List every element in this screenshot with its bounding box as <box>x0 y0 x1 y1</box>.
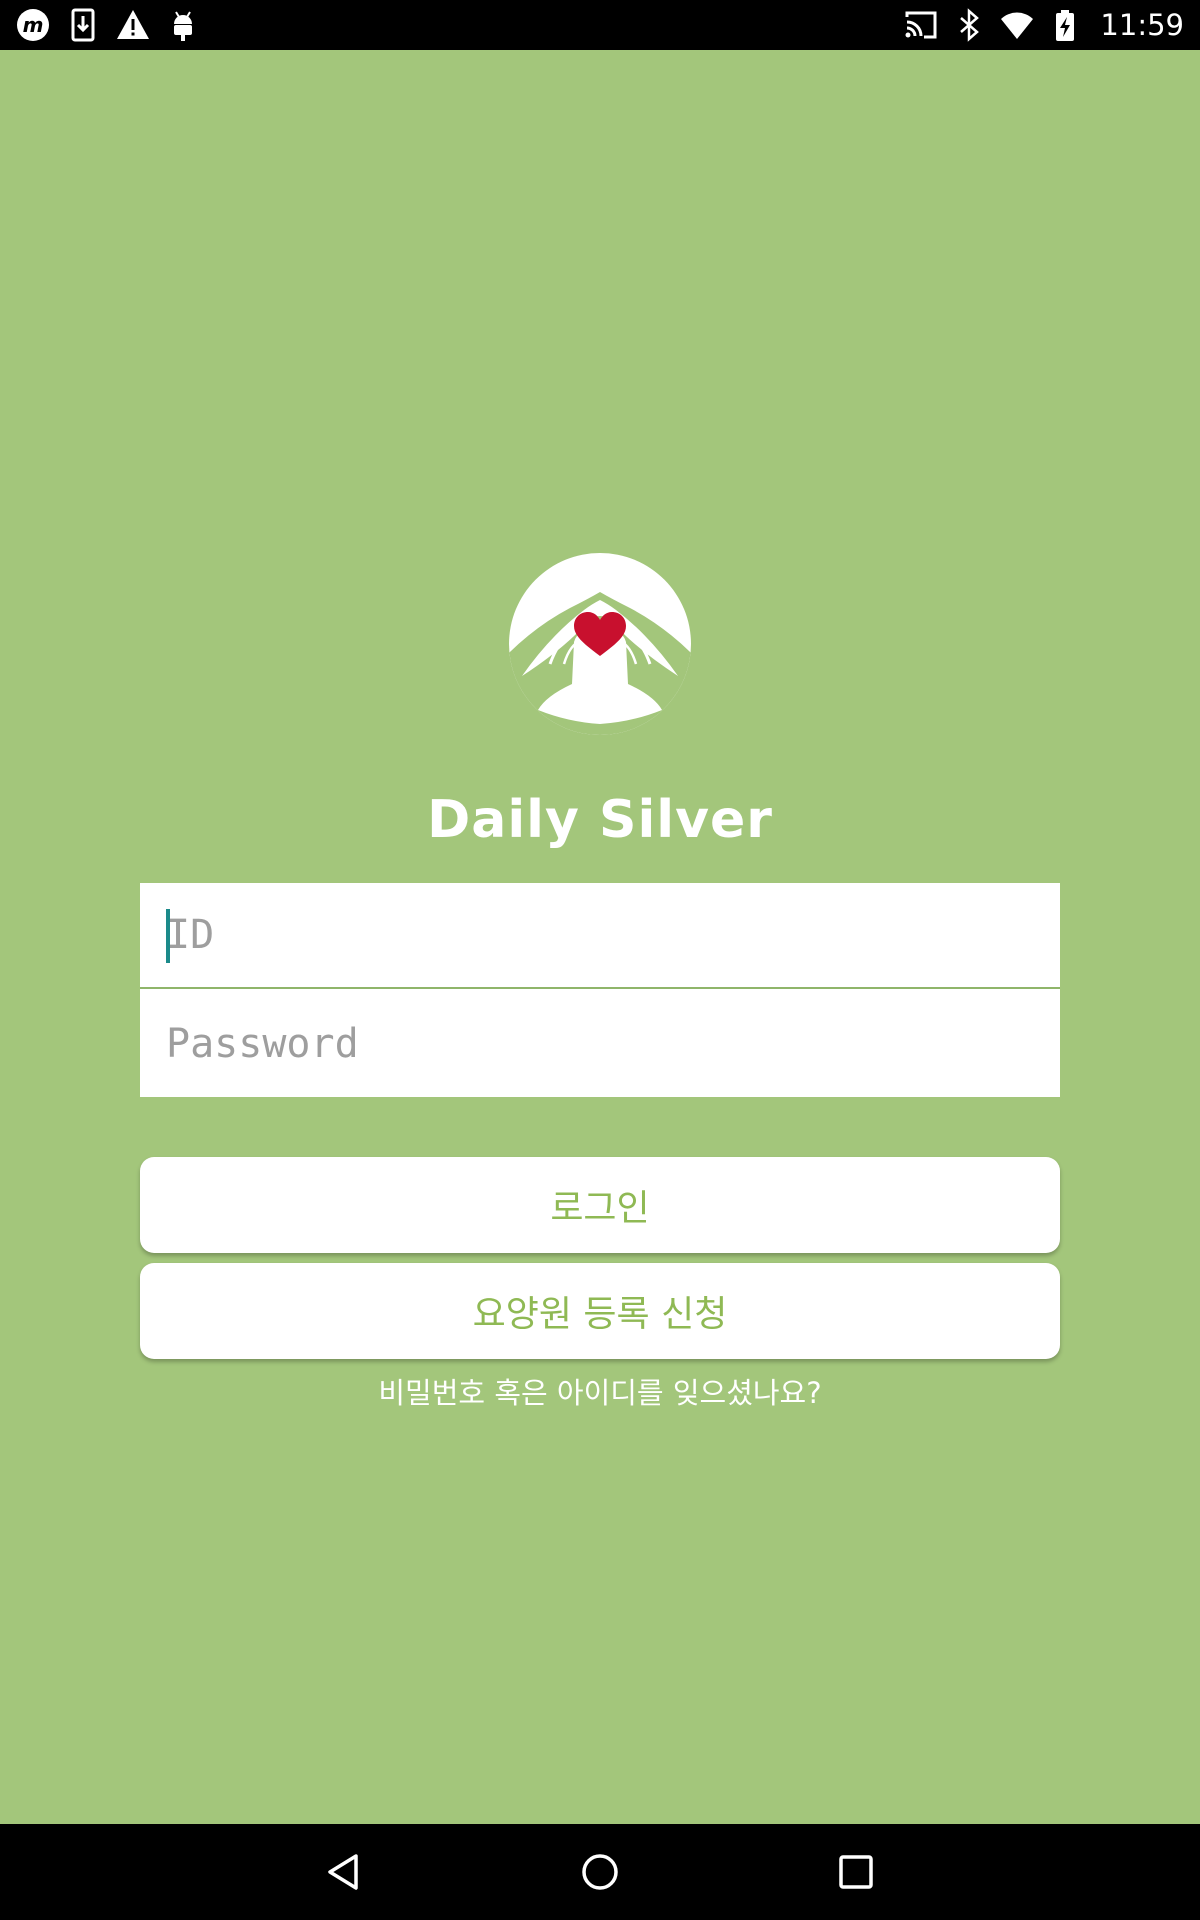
status-bar-system: 11:59 <box>904 8 1184 42</box>
status-bar-notifications: m <box>16 8 200 42</box>
download-icon <box>66 8 100 42</box>
warning-icon <box>116 8 150 42</box>
status-clock: 11:59 <box>1100 8 1184 42</box>
battery-charging-icon <box>1048 8 1082 42</box>
status-bar: m 11:59 <box>0 0 1200 50</box>
login-button[interactable]: 로그인 <box>140 1157 1060 1253</box>
forgot-credentials-link[interactable]: 비밀번호 혹은 아이디를 잊으셨나요? <box>0 1370 1200 1412</box>
recents-icon[interactable] <box>828 1844 884 1900</box>
wifi-icon <box>1000 8 1034 42</box>
id-input[interactable] <box>140 883 1060 987</box>
id-field-container <box>140 883 1060 989</box>
password-input[interactable] <box>140 991 1060 1097</box>
bluetooth-icon <box>952 8 986 42</box>
android-icon <box>166 8 200 42</box>
login-form <box>140 883 1060 1097</box>
back-icon[interactable] <box>316 1844 372 1900</box>
password-field-container <box>140 991 1060 1097</box>
register-nursing-home-button[interactable]: 요양원 등록 신청 <box>140 1263 1060 1359</box>
brand-name: Daily Silver <box>427 790 773 850</box>
cast-icon <box>904 8 938 42</box>
svg-text:m: m <box>23 13 44 37</box>
navigation-bar <box>0 1824 1200 1920</box>
home-icon[interactable] <box>572 1844 628 1900</box>
app-m-icon: m <box>16 8 50 42</box>
text-cursor <box>166 909 170 963</box>
login-screen: Daily Silver 로그인 요양원 등록 신청 비밀번호 혹은 아이디를 … <box>0 50 1200 1824</box>
heart-hands-logo-icon <box>500 544 700 744</box>
